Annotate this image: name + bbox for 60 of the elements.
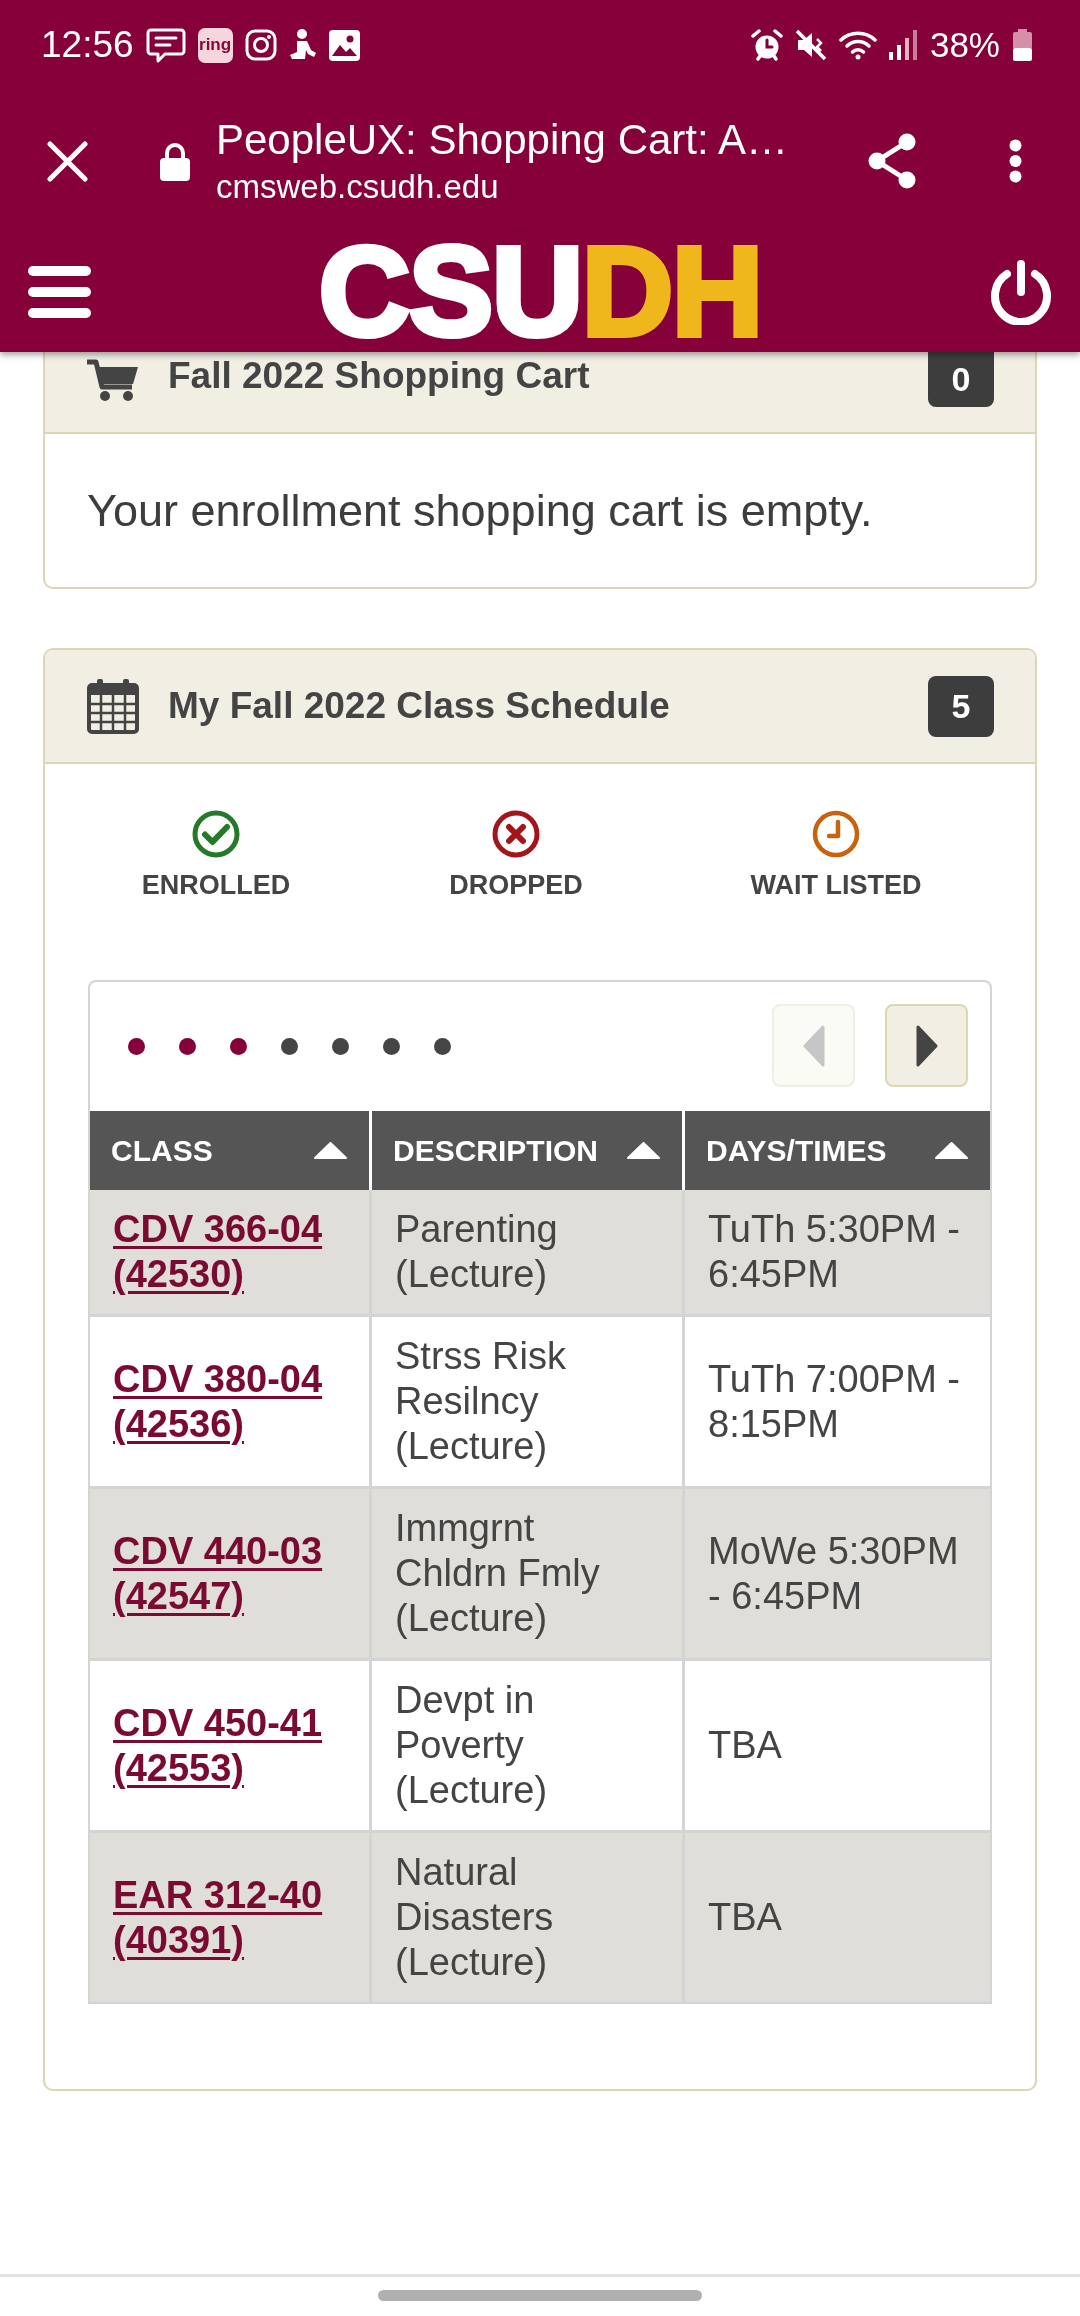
x-circle-icon xyxy=(492,810,540,858)
clock-icon xyxy=(812,810,860,858)
signal-icon xyxy=(888,30,918,60)
column-header[interactable]: CLASS xyxy=(90,1111,372,1190)
muted-speaker-icon xyxy=(794,29,827,61)
empty-cart-message: Your enrollment shopping cart is empty. xyxy=(87,484,873,537)
count-badge: 5 xyxy=(928,675,994,737)
cart-icon xyxy=(87,359,139,402)
table-cell: TuTh 5:30PM - 6:45PM xyxy=(685,1190,990,1314)
close-icon[interactable] xyxy=(47,140,88,182)
table-cell: MoWe 5:30PM - 6:45PM xyxy=(685,1486,990,1658)
class-link[interactable]: CDV 366-04 (42530) xyxy=(113,1207,349,1297)
card-title: My Fall 2022 Class Schedule xyxy=(168,685,670,727)
page-dot[interactable] xyxy=(434,1038,451,1055)
page-title: PeopleUX: Shopping Cart: A… xyxy=(216,117,788,163)
page-dot[interactable] xyxy=(383,1038,400,1055)
class-link[interactable]: CDV 450-41 (42553) xyxy=(113,1700,349,1791)
page-dot[interactable] xyxy=(281,1038,298,1055)
next-button[interactable] xyxy=(885,1004,968,1087)
table-cell: Strss Risk Resilncy (Lecture) xyxy=(372,1314,685,1486)
class-link[interactable]: EAR 312-40 (40391) xyxy=(113,1872,349,1963)
page-dot[interactable] xyxy=(230,1038,247,1055)
calendar-icon xyxy=(87,678,139,734)
wifi-icon xyxy=(838,30,877,60)
class-link[interactable]: CDV 380-04 (42536) xyxy=(113,1356,349,1447)
page-dot[interactable] xyxy=(179,1038,196,1055)
count-badge: 0 xyxy=(928,352,994,407)
check-circle-icon xyxy=(192,810,240,858)
table-cell: Parenting (Lecture) xyxy=(372,1190,685,1314)
camera-icon xyxy=(244,29,277,61)
page-dot[interactable] xyxy=(128,1038,145,1055)
caret-left-icon xyxy=(802,1024,825,1067)
battery-icon xyxy=(1012,29,1033,61)
battery-percent: 38% xyxy=(929,25,1000,65)
caret-right-icon xyxy=(915,1024,938,1067)
table-cell: Natural Disasters (Lecture) xyxy=(372,1830,685,2002)
logo[interactable]: CSUDH xyxy=(319,229,762,355)
page-url: cmsweb.csudh.edu xyxy=(216,169,499,205)
app-badge: ring xyxy=(197,27,233,63)
column-header[interactable]: DAYS/TIMES xyxy=(685,1111,990,1190)
column-header[interactable]: DESCRIPTION xyxy=(372,1111,685,1190)
share-icon[interactable] xyxy=(866,133,918,189)
card-title: Fall 2022 Shopping Cart xyxy=(168,355,590,397)
table-cell: TBA xyxy=(685,1830,990,2002)
table-cell: Devpt in Poverty (Lecture) xyxy=(372,1658,685,1830)
status-time: 12:56 xyxy=(41,24,134,66)
page-dot[interactable] xyxy=(332,1038,349,1055)
menu-icon[interactable] xyxy=(28,266,91,318)
person-icon xyxy=(288,28,317,62)
more-options-icon[interactable] xyxy=(1009,139,1022,183)
power-icon[interactable] xyxy=(990,259,1052,325)
image-icon xyxy=(328,29,360,61)
chat-bubble-icon xyxy=(145,26,186,64)
class-link[interactable]: CDV 440-03 (42547) xyxy=(113,1528,349,1619)
legend-label: WAIT LISTED xyxy=(750,869,922,901)
legend-label: ENROLLED xyxy=(141,869,291,901)
legend-label: DROPPED xyxy=(449,869,583,901)
alarm-clock-icon xyxy=(750,29,783,61)
table-cell: Immgrnt Chldrn Fmly (Lecture) xyxy=(372,1486,685,1658)
lock-icon xyxy=(160,141,190,181)
